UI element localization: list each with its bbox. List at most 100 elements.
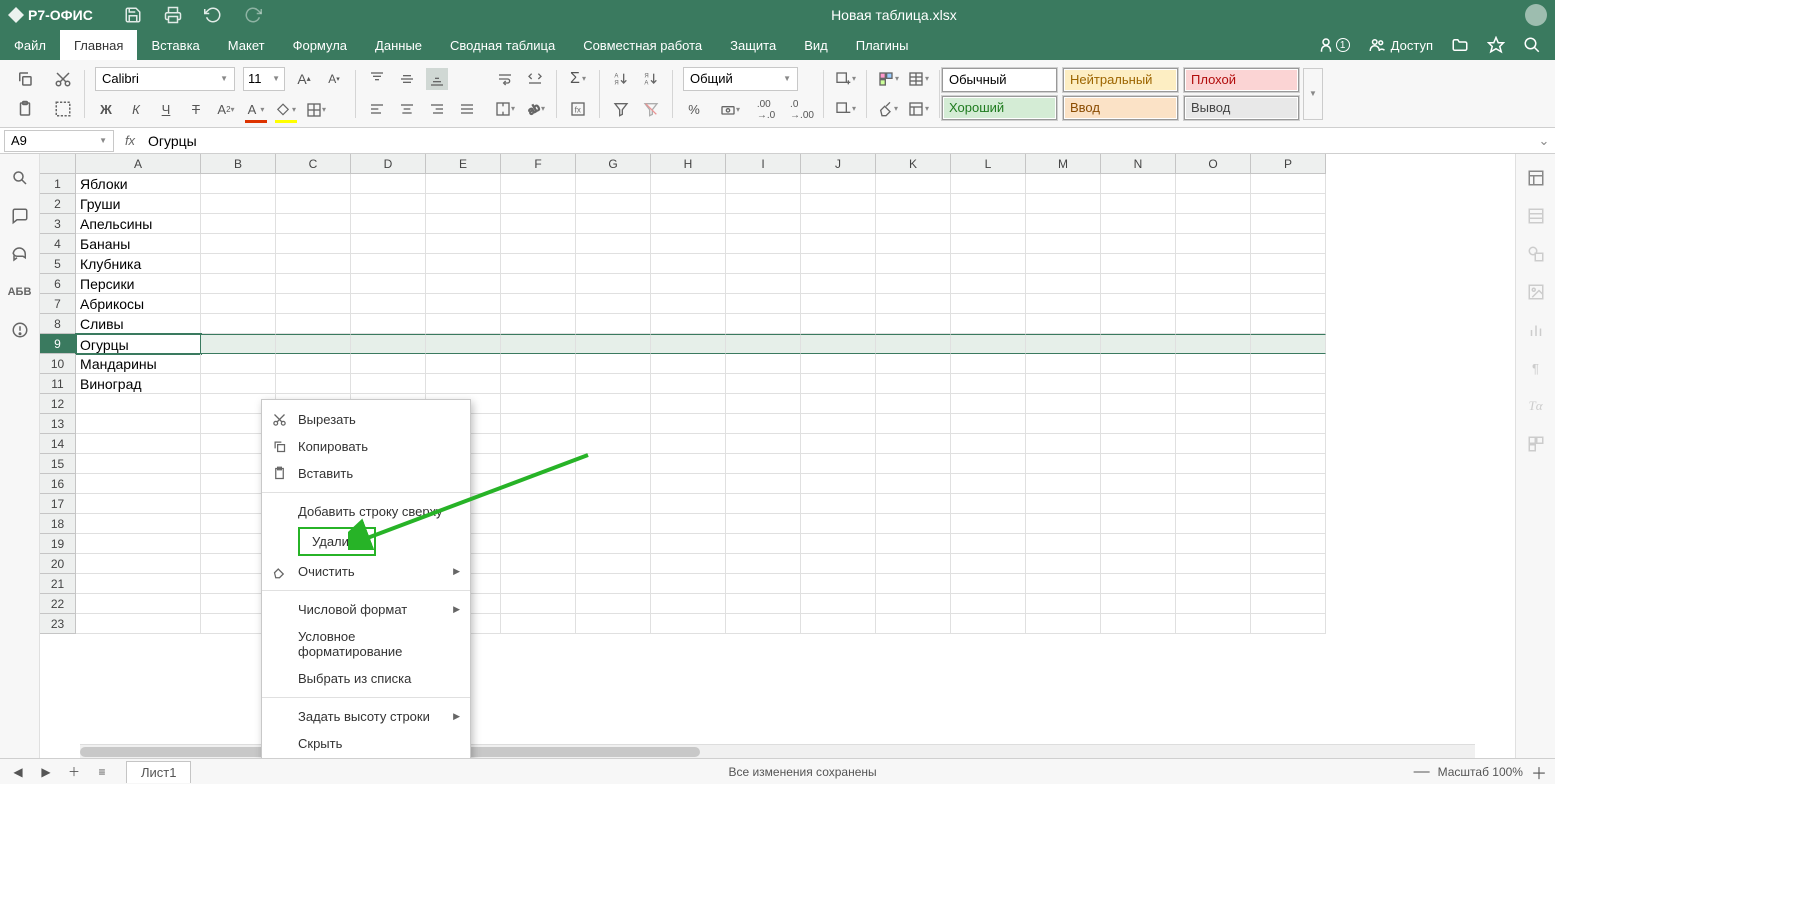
- cell-H22[interactable]: [651, 594, 726, 614]
- cell-C3[interactable]: [276, 214, 351, 234]
- cell-G4[interactable]: [576, 234, 651, 254]
- cell-P9[interactable]: [1251, 334, 1326, 354]
- cell-M18[interactable]: [1026, 514, 1101, 534]
- cell-F7[interactable]: [501, 294, 576, 314]
- cell-J9[interactable]: [801, 334, 876, 354]
- cell-E4[interactable]: [426, 234, 501, 254]
- cell-G11[interactable]: [576, 374, 651, 394]
- cell-A8[interactable]: Сливы: [76, 314, 201, 334]
- cell-L7[interactable]: [951, 294, 1026, 314]
- cell-E6[interactable]: [426, 274, 501, 294]
- row-header-21[interactable]: 21: [40, 574, 76, 594]
- align-center-icon[interactable]: [396, 98, 418, 120]
- cell-M4[interactable]: [1026, 234, 1101, 254]
- cell-D10[interactable]: [351, 354, 426, 374]
- cell-K10[interactable]: [876, 354, 951, 374]
- row-header-4[interactable]: 4: [40, 234, 76, 254]
- cell-F9[interactable]: [501, 334, 576, 354]
- cell-O18[interactable]: [1176, 514, 1251, 534]
- cell-N21[interactable]: [1101, 574, 1176, 594]
- cell-L4[interactable]: [951, 234, 1026, 254]
- cell-D5[interactable]: [351, 254, 426, 274]
- cell-G10[interactable]: [576, 354, 651, 374]
- col-header-M[interactable]: M: [1026, 154, 1101, 174]
- cell-J11[interactable]: [801, 374, 876, 394]
- cell-H13[interactable]: [651, 414, 726, 434]
- cell-J23[interactable]: [801, 614, 876, 634]
- wrap-text-icon[interactable]: [494, 68, 516, 90]
- cell-J4[interactable]: [801, 234, 876, 254]
- cell-M15[interactable]: [1026, 454, 1101, 474]
- cell-L23[interactable]: [951, 614, 1026, 634]
- cell-L5[interactable]: [951, 254, 1026, 274]
- cell-H5[interactable]: [651, 254, 726, 274]
- cell-N16[interactable]: [1101, 474, 1176, 494]
- cell-N13[interactable]: [1101, 414, 1176, 434]
- cell-L19[interactable]: [951, 534, 1026, 554]
- cell-M14[interactable]: [1026, 434, 1101, 454]
- cell-O6[interactable]: [1176, 274, 1251, 294]
- cell-M3[interactable]: [1026, 214, 1101, 234]
- subscript-icon[interactable]: A2▾: [215, 99, 237, 121]
- cell-A10[interactable]: Мандарины: [76, 354, 201, 374]
- cell-I1[interactable]: [726, 174, 801, 194]
- cell-C9[interactable]: [276, 334, 351, 354]
- cell-G7[interactable]: [576, 294, 651, 314]
- autosum-icon[interactable]: Σ▾: [567, 68, 589, 90]
- cell-H7[interactable]: [651, 294, 726, 314]
- cell-M8[interactable]: [1026, 314, 1101, 334]
- cell-N7[interactable]: [1101, 294, 1176, 314]
- cell-F17[interactable]: [501, 494, 576, 514]
- cell-M7[interactable]: [1026, 294, 1101, 314]
- cell-I18[interactable]: [726, 514, 801, 534]
- decrease-decimal-icon[interactable]: .00→.0: [755, 99, 777, 121]
- zoom-in-icon[interactable]: ＋: [1531, 760, 1547, 784]
- undo-icon[interactable]: [203, 6, 223, 24]
- cell-K15[interactable]: [876, 454, 951, 474]
- cell-J2[interactable]: [801, 194, 876, 214]
- col-header-L[interactable]: L: [951, 154, 1026, 174]
- sort-desc-icon[interactable]: ЯА: [640, 68, 662, 90]
- sheet-list-icon[interactable]: ≡: [92, 762, 112, 782]
- cell-I15[interactable]: [726, 454, 801, 474]
- cell-L14[interactable]: [951, 434, 1026, 454]
- menu-tab-вид[interactable]: Вид: [790, 30, 842, 60]
- cell-M6[interactable]: [1026, 274, 1101, 294]
- justify-icon[interactable]: [456, 98, 478, 120]
- cell-M20[interactable]: [1026, 554, 1101, 574]
- insert-function-icon[interactable]: fx: [567, 98, 589, 120]
- copy-icon[interactable]: [14, 68, 36, 90]
- cell-G14[interactable]: [576, 434, 651, 454]
- cell-G12[interactable]: [576, 394, 651, 414]
- cell-J19[interactable]: [801, 534, 876, 554]
- fill-color-icon[interactable]: ▾: [275, 99, 297, 121]
- cell-F23[interactable]: [501, 614, 576, 634]
- cell-I3[interactable]: [726, 214, 801, 234]
- cell-P3[interactable]: [1251, 214, 1326, 234]
- col-header-P[interactable]: P: [1251, 154, 1326, 174]
- col-header-E[interactable]: E: [426, 154, 501, 174]
- cell-K13[interactable]: [876, 414, 951, 434]
- ctx-hide[interactable]: Скрыть: [262, 730, 470, 757]
- cell-P1[interactable]: [1251, 174, 1326, 194]
- italic-icon[interactable]: К: [125, 99, 147, 121]
- row-header-8[interactable]: 8: [40, 314, 76, 334]
- filter-icon[interactable]: [610, 98, 632, 120]
- valign-middle-icon[interactable]: [396, 68, 418, 90]
- cell-P14[interactable]: [1251, 434, 1326, 454]
- cell-I16[interactable]: [726, 474, 801, 494]
- cell-A13[interactable]: [76, 414, 201, 434]
- cell-K5[interactable]: [876, 254, 951, 274]
- ctx-show[interactable]: Показать: [262, 757, 470, 758]
- cell-C2[interactable]: [276, 194, 351, 214]
- cell-L3[interactable]: [951, 214, 1026, 234]
- cell-D9[interactable]: [351, 334, 426, 354]
- cell-O13[interactable]: [1176, 414, 1251, 434]
- cell-I10[interactable]: [726, 354, 801, 374]
- cell-J17[interactable]: [801, 494, 876, 514]
- cell-M16[interactable]: [1026, 474, 1101, 494]
- cell-G9[interactable]: [576, 334, 651, 354]
- col-header-N[interactable]: N: [1101, 154, 1176, 174]
- cell-G19[interactable]: [576, 534, 651, 554]
- cell-O10[interactable]: [1176, 354, 1251, 374]
